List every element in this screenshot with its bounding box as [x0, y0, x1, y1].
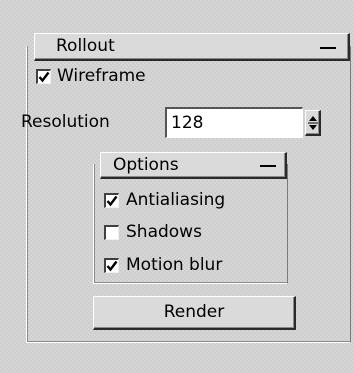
resolution-spinner[interactable] — [305, 110, 321, 136]
resolution-input[interactable]: 128 — [165, 107, 303, 138]
render-button-label: Render — [163, 302, 225, 322]
check-icon — [106, 260, 118, 272]
spinner-arrows-icon — [308, 116, 318, 130]
ui-panel: { "rollout": { "title": "Rollout", "coll… — [0, 0, 353, 373]
resolution-label: Resolution — [21, 112, 110, 132]
check-icon — [38, 71, 50, 83]
options-header[interactable]: Options — [100, 152, 287, 179]
wireframe-checkbox[interactable] — [36, 69, 51, 84]
antialiasing-label: Antialiasing — [126, 190, 226, 210]
resolution-value: 128 — [171, 113, 204, 133]
wireframe-label: Wireframe — [57, 66, 146, 86]
render-button[interactable]: Render — [93, 296, 296, 330]
motion-blur-checkbox[interactable] — [104, 258, 119, 273]
antialiasing-checkbox[interactable] — [104, 193, 119, 208]
shadows-checkbox[interactable] — [104, 225, 119, 240]
options-collapse-icon[interactable] — [260, 165, 276, 167]
options-title: Options — [113, 155, 179, 175]
motion-blur-label: Motion blur — [126, 255, 223, 275]
rollout-header[interactable]: Rollout — [34, 33, 350, 61]
rollout-collapse-icon[interactable] — [320, 47, 336, 49]
check-icon — [106, 195, 118, 207]
rollout-title: Rollout — [56, 36, 115, 56]
shadows-label: Shadows — [126, 222, 202, 242]
